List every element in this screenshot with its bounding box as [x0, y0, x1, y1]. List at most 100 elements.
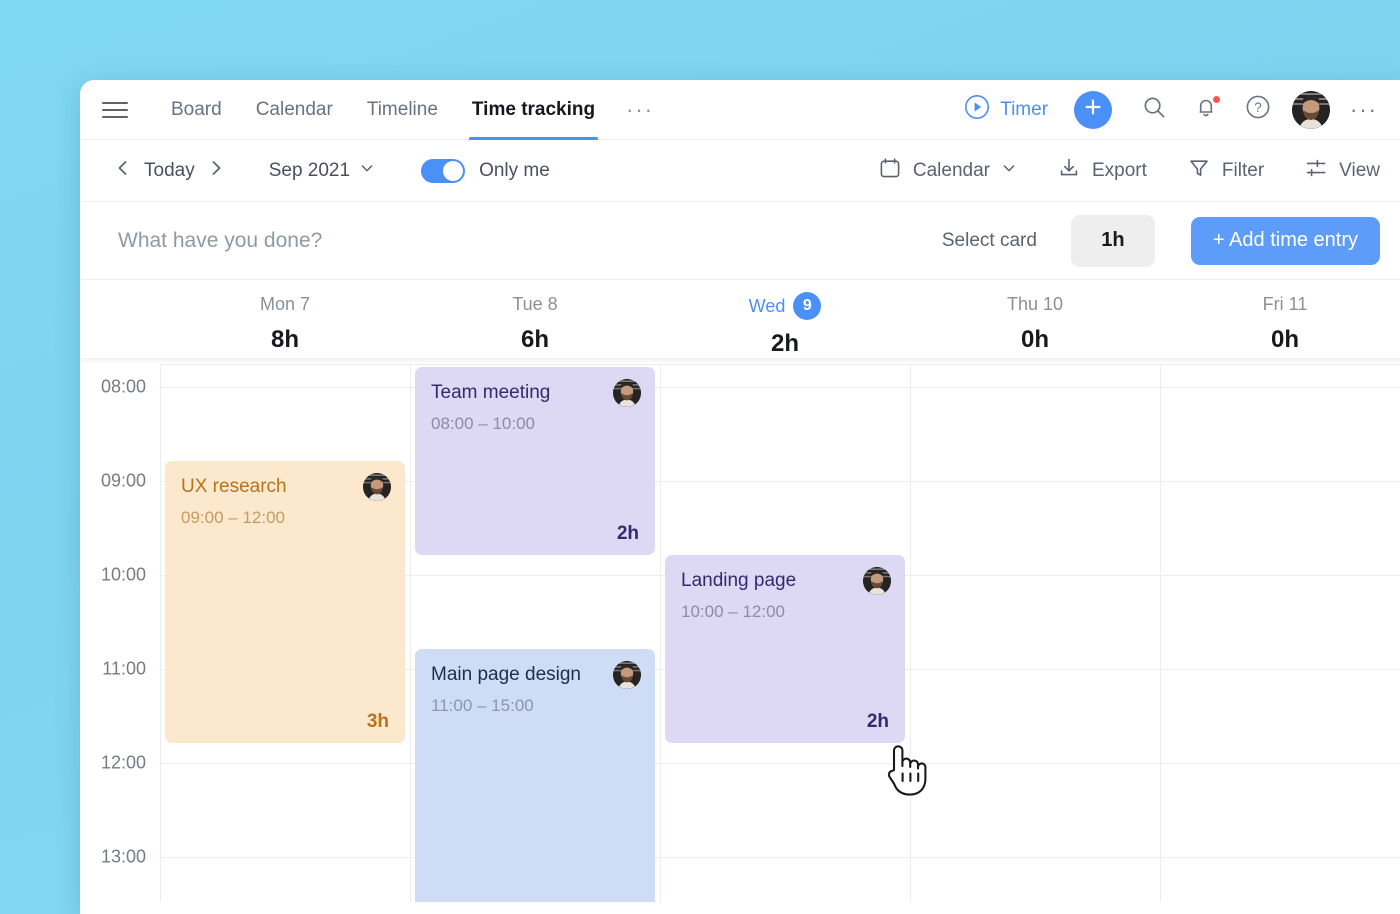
- notifications-button[interactable]: [1188, 92, 1224, 128]
- day-name: Tue 8: [512, 292, 557, 316]
- view-mode-label: Calendar: [912, 159, 990, 181]
- question-circle-icon: ?: [1245, 94, 1271, 125]
- tab-timeline[interactable]: Timeline: [350, 80, 455, 140]
- next-period-button[interactable]: [201, 156, 231, 186]
- hamburger-icon[interactable]: [102, 97, 128, 123]
- search-icon: [1142, 95, 1167, 125]
- view-mode-selector[interactable]: Calendar: [878, 156, 1017, 186]
- time-axis: 08:00 09:00 10:00 11:00 12:00 13:00: [80, 364, 160, 902]
- day-header-fri[interactable]: Fri 11 0h: [1160, 280, 1400, 364]
- tab-time-tracking-label: Time tracking: [471, 98, 596, 120]
- event-avatar: [613, 661, 641, 689]
- calendar-icon: [878, 156, 902, 186]
- play-circle-icon: [964, 94, 990, 126]
- day-header-tue[interactable]: Tue 8 6h: [410, 280, 660, 364]
- day-total-hours: 2h: [770, 330, 799, 357]
- only-me-toggle[interactable]: [421, 158, 466, 183]
- month-label: Sep 2021: [268, 159, 351, 181]
- event-time-range: 08:00 – 10:00: [431, 414, 535, 433]
- nav-right-actions: Timer ? ···: [964, 90, 1382, 129]
- calendar-grid-body[interactable]: Team meeting 08:00 – 10:00 2h UX research 09…: [160, 364, 1400, 902]
- calendar-grid: 08:00 09:00 10:00 11:00 12:00 13:00 Team meet…: [80, 364, 1400, 902]
- tab-calendar[interactable]: Calendar: [239, 80, 350, 140]
- timer-label: Timer: [1000, 98, 1049, 120]
- time-label: 12:00: [100, 752, 146, 773]
- day-header-row: Mon 7 8h Tue 8 6h Wed 9 2h Thu 10 0h Fri…: [80, 280, 1400, 364]
- toggle-knob: [443, 160, 464, 181]
- event-duration: 3h: [366, 711, 389, 732]
- day-name-label: Tue 8: [512, 294, 558, 314]
- day-total-hours: 8h: [270, 326, 299, 353]
- calendar-event[interactable]: Landing page 10:00 – 12:00 2h: [665, 555, 905, 743]
- tab-time-tracking[interactable]: Time tracking: [455, 80, 612, 140]
- day-name-label: Thu 10: [1006, 294, 1064, 314]
- day-total-hours: 0h: [1020, 326, 1049, 353]
- filter-button[interactable]: Filter: [1187, 156, 1264, 186]
- more-horizontal-icon[interactable]: ···: [1346, 97, 1382, 123]
- day-column[interactable]: [1160, 364, 1400, 902]
- top-navigation-bar: Board Calendar Timeline Time tracking ··…: [80, 80, 1400, 140]
- day-name: Fri 11: [1263, 292, 1308, 316]
- event-time-range: 10:00 – 12:00: [681, 602, 785, 621]
- only-me-label[interactable]: Only me: [479, 160, 550, 182]
- day-header-thu[interactable]: Thu 10 0h: [910, 280, 1160, 364]
- day-name: Thu 10: [1007, 292, 1063, 316]
- prev-period-button[interactable]: [108, 156, 138, 186]
- search-button[interactable]: [1136, 92, 1172, 128]
- duration-chip[interactable]: 1h: [1070, 214, 1155, 267]
- time-label: 08:00: [100, 376, 146, 397]
- calendar-event[interactable]: UX research 09:00 – 12:00 3h: [165, 461, 405, 743]
- timer-button[interactable]: Timer: [964, 94, 1048, 126]
- funnel-icon: [1187, 156, 1211, 186]
- tab-timeline-label: Timeline: [366, 98, 438, 120]
- description-input[interactable]: [118, 228, 942, 253]
- day-header-wed[interactable]: Wed 9 2h: [660, 280, 910, 364]
- plus-icon: [1083, 97, 1103, 122]
- avatar[interactable]: [1292, 90, 1331, 129]
- add-button[interactable]: [1074, 90, 1113, 129]
- toolbar-right-actions: Calendar Export Filter View: [838, 156, 1380, 186]
- tab-calendar-label: Calendar: [255, 98, 333, 120]
- day-name-label: Wed: [748, 296, 786, 316]
- chevron-down-icon: [1001, 160, 1017, 182]
- event-title: UX research: [181, 476, 287, 497]
- day-name-label: Fri 11: [1262, 294, 1308, 314]
- notification-badge: [1212, 94, 1222, 104]
- download-icon: [1057, 156, 1081, 186]
- calendar-event[interactable]: Main page design11:00 – 15:004h: [415, 649, 655, 902]
- chevron-down-icon: [359, 160, 375, 182]
- day-name: Wed 9: [749, 292, 822, 320]
- help-button[interactable]: ?: [1240, 92, 1276, 128]
- today-badge: 9: [793, 292, 822, 320]
- event-time-range: 11:00 – 15:00: [431, 696, 534, 715]
- time-label: 09:00: [100, 470, 146, 491]
- tab-board[interactable]: Board: [154, 80, 239, 140]
- day-name-label: Mon 7: [259, 294, 311, 314]
- today-button[interactable]: Today: [138, 160, 201, 182]
- nav-tabs: Board Calendar Timeline Time tracking ··…: [154, 80, 668, 140]
- event-time-range: 09:00 – 12:00: [181, 508, 285, 527]
- select-card-button[interactable]: Select card: [942, 230, 1037, 252]
- view-settings-button[interactable]: View: [1304, 156, 1380, 186]
- time-label: 10:00: [100, 564, 146, 585]
- event-title: Landing page: [681, 570, 797, 591]
- tab-overflow-icon[interactable]: ···: [612, 80, 668, 140]
- add-time-entry-button[interactable]: + Add time entry: [1190, 216, 1380, 265]
- event-avatar: [863, 567, 891, 595]
- time-label: 11:00: [102, 658, 146, 679]
- tab-board-label: Board: [171, 98, 222, 120]
- chevron-left-icon: [113, 158, 133, 183]
- day-total-hours: 6h: [520, 326, 549, 353]
- export-label: Export: [1092, 159, 1147, 181]
- event-avatar: [613, 379, 641, 407]
- month-selector[interactable]: Sep 2021: [269, 160, 375, 182]
- sliders-icon: [1304, 156, 1328, 186]
- filter-label: Filter: [1221, 159, 1265, 181]
- day-header-mon[interactable]: Mon 7 8h: [160, 280, 410, 364]
- export-button[interactable]: Export: [1057, 156, 1147, 186]
- app-window: Board Calendar Timeline Time tracking ··…: [80, 80, 1400, 914]
- day-column[interactable]: [910, 364, 1160, 902]
- event-duration: 2h: [866, 711, 889, 732]
- day-total-hours: 0h: [1270, 326, 1299, 353]
- calendar-event[interactable]: Team meeting 08:00 – 10:00 2h: [415, 367, 655, 555]
